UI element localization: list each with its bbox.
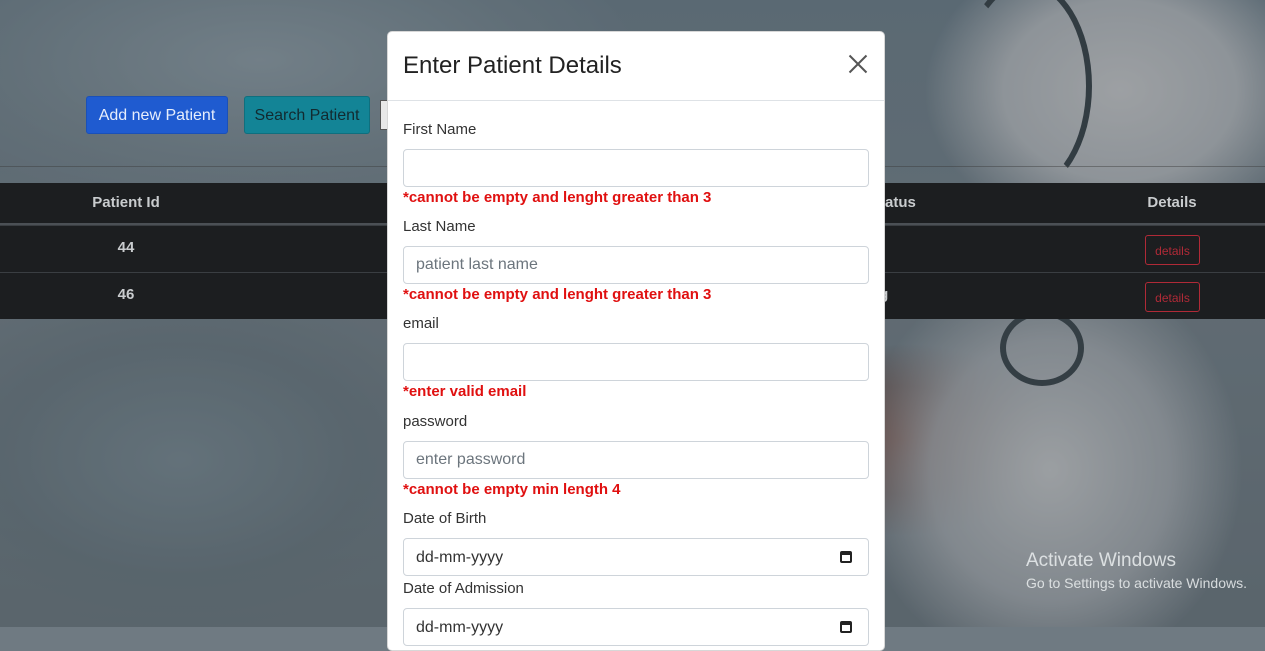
header-details: Details: [1147, 194, 1197, 211]
close-icon[interactable]: [846, 52, 870, 76]
modal-header: Enter Patient Details: [388, 32, 884, 101]
email-field[interactable]: [403, 343, 869, 381]
dob-date-input[interactable]: dd-mm-yyyy: [403, 538, 869, 576]
add-new-patient-button[interactable]: Add new Patient: [86, 96, 228, 134]
dob-label: Date of Birth: [403, 510, 487, 527]
email-error: *enter valid email: [403, 383, 527, 400]
search-patient-button[interactable]: Search Patient: [244, 96, 370, 134]
row-patient-id: 46: [117, 286, 135, 303]
header-patient-id: Patient Id: [92, 194, 160, 211]
last-name-error: *cannot be empty and lenght greater than…: [403, 286, 712, 303]
first-name-label: First Name: [403, 121, 477, 138]
password-input[interactable]: [403, 441, 869, 479]
doa-date-input[interactable]: dd-mm-yyyy: [403, 608, 869, 646]
row-patient-id: 44: [117, 239, 135, 256]
details-button[interactable]: details: [1145, 235, 1200, 265]
first-name-error: *cannot be empty and lenght greater than…: [403, 189, 712, 206]
last-name-input[interactable]: [403, 246, 869, 284]
doa-date-text: dd-mm-yyyy: [416, 619, 504, 636]
activate-windows-title: Activate Windows: [1026, 550, 1176, 571]
patient-details-modal: Enter Patient Details First Name *cannot…: [387, 31, 885, 651]
calendar-icon[interactable]: [840, 621, 852, 633]
doa-label: Date of Admission: [403, 580, 524, 597]
activate-windows-subtitle: Go to Settings to activate Windows.: [1026, 575, 1247, 591]
first-name-input[interactable]: [403, 149, 869, 187]
email-label: email: [403, 315, 439, 332]
modal-title: Enter Patient Details: [403, 52, 622, 79]
details-button[interactable]: details: [1145, 282, 1200, 312]
password-error: *cannot be empty min length 4: [403, 481, 621, 498]
last-name-label: Last Name: [403, 218, 476, 235]
calendar-icon[interactable]: [840, 551, 852, 563]
dob-date-text: dd-mm-yyyy: [416, 549, 504, 566]
password-label: password: [403, 413, 468, 430]
